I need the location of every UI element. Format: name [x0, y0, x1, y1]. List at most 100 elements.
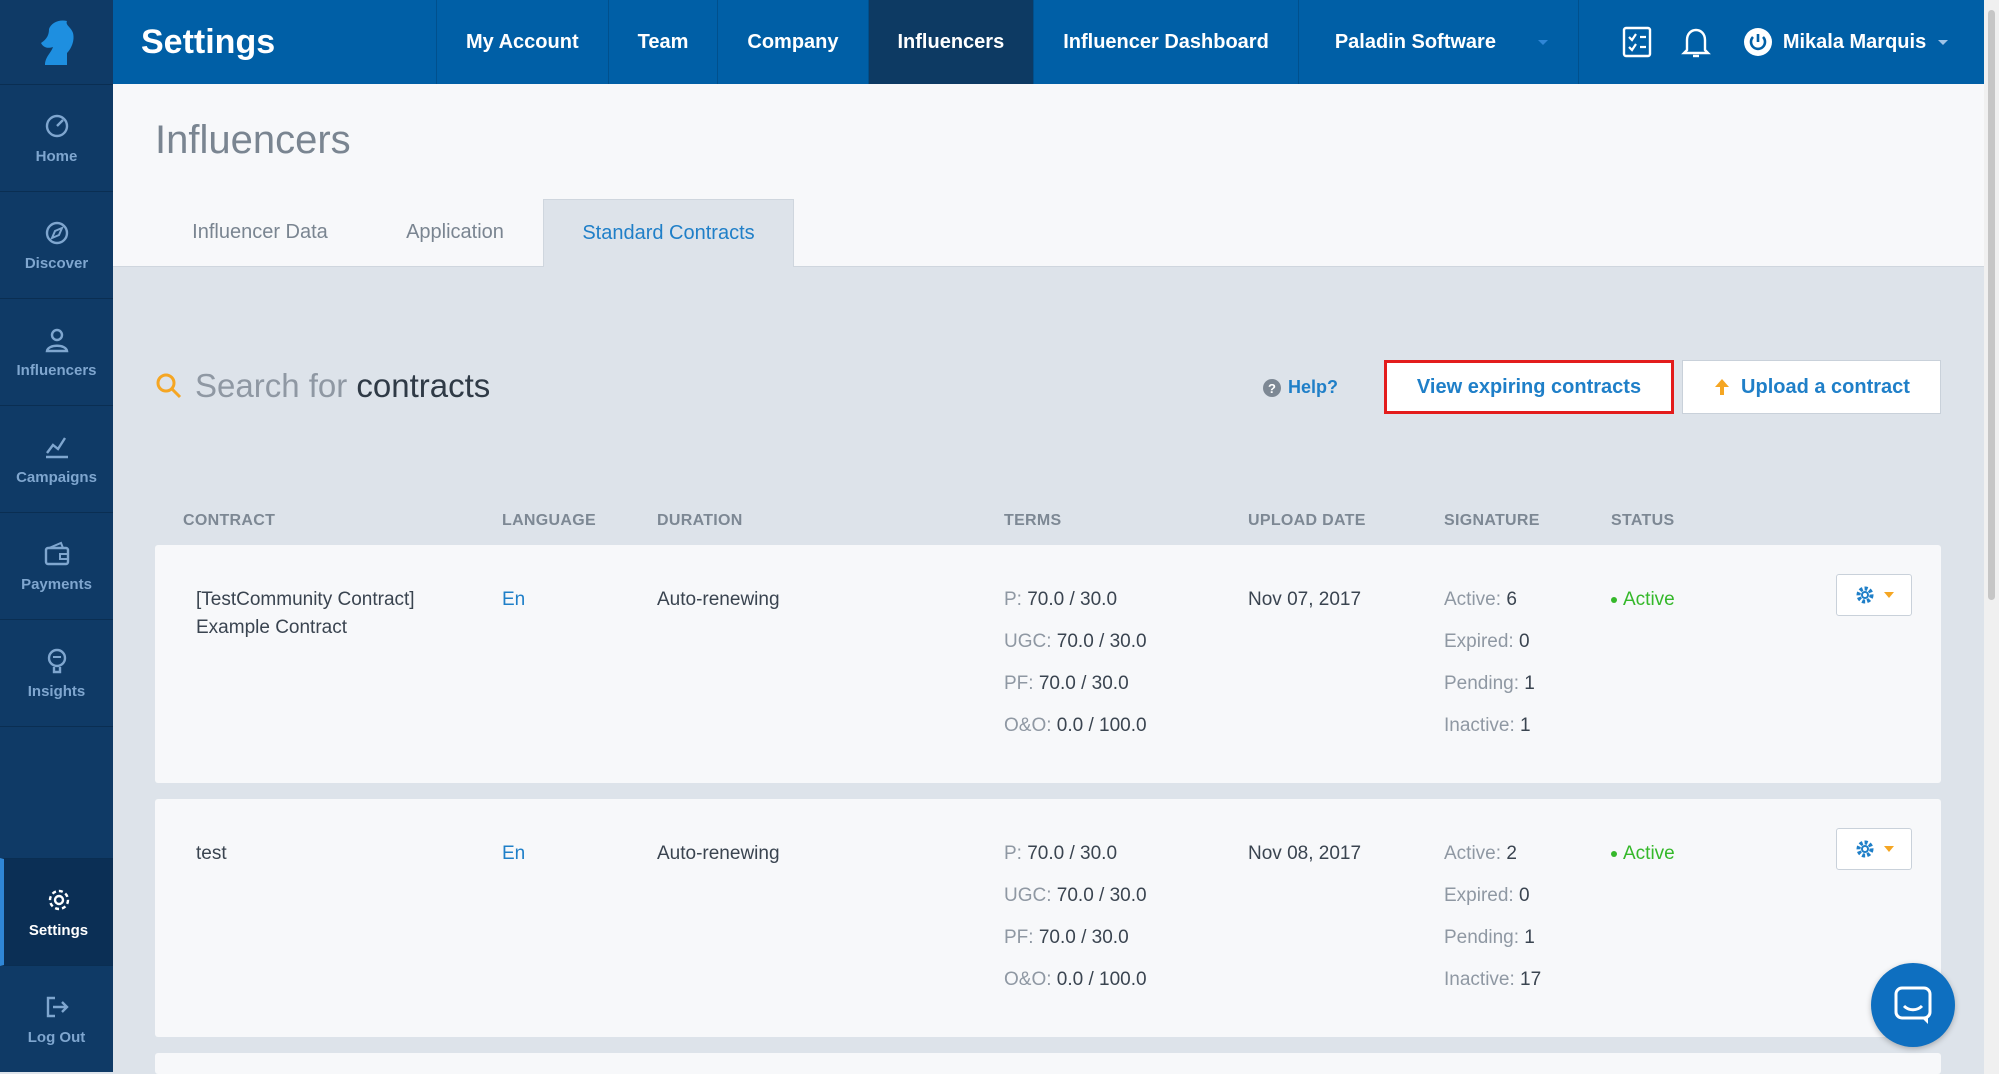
sidebar-item-settings[interactable]: Settings	[0, 858, 113, 966]
contract-language[interactable]: En	[502, 840, 525, 868]
sidebar-item-label: Influencers	[16, 361, 97, 379]
term-label: PF:	[1004, 673, 1034, 694]
term-value: 0.0 / 100.0	[1056, 969, 1147, 990]
signature-value: 1	[1524, 927, 1535, 948]
term-value: 70.0 / 30.0	[1056, 885, 1147, 906]
search-placeholder: Search for	[195, 367, 348, 404]
term-value: 70.0 / 30.0	[1038, 927, 1129, 948]
company-name: Paladin Software	[1334, 30, 1496, 53]
status-label: Active	[1623, 843, 1675, 864]
tab-application[interactable]: Application	[365, 199, 545, 266]
status-dot-icon	[1611, 597, 1617, 603]
sidebar-item-label: Log Out	[27, 1028, 86, 1046]
column-header-signature[interactable]: SIGNATURE	[1444, 512, 1540, 530]
tab-standard-contracts[interactable]: Standard Contracts	[543, 199, 794, 267]
view-expiring-label: View expiring contracts	[1416, 375, 1642, 398]
column-header-status[interactable]: STATUS	[1611, 512, 1674, 530]
search-term: contracts	[356, 367, 491, 404]
column-header-upload-date[interactable]: UPLOAD DATE	[1248, 512, 1366, 530]
contract-search[interactable]: Search for contracts	[155, 367, 490, 405]
signature-value: 0	[1518, 885, 1530, 906]
status-label: Active	[1623, 589, 1675, 610]
sidebar-item-insights[interactable]: Insights	[0, 620, 113, 727]
question-circle-icon: ?	[1263, 378, 1281, 397]
sidebar-item-logout[interactable]: Log Out	[0, 966, 113, 1072]
gear-icon	[48, 889, 69, 910]
signature-value: 17	[1520, 969, 1542, 990]
chart-icon	[45, 436, 68, 458]
term-value: 70.0 / 30.0	[1038, 673, 1129, 694]
signature-value: 1	[1520, 715, 1531, 736]
contract-signature: Active: 2 Expired: 0 Pending: 1 Inactive…	[1444, 840, 1541, 1008]
contract-signature: Active: 6 Expired: 0 Pending: 1 Inactive…	[1444, 586, 1535, 754]
nav-my-account[interactable]: My Account	[437, 0, 609, 84]
sidebar-item-label: Discover	[24, 254, 89, 272]
chat-launcher-button[interactable]	[1871, 963, 1955, 1047]
row-settings-button[interactable]	[1836, 574, 1912, 616]
sidebar-item-payments[interactable]: Payments	[0, 513, 113, 620]
upload-contract-button[interactable]: Upload a contract	[1682, 360, 1941, 414]
nav-influencers[interactable]: Influencers	[868, 0, 1035, 84]
sidebar-item-label: Home	[35, 147, 78, 165]
knight-logo-icon	[40, 20, 74, 65]
contract-duration: Auto-renewing	[657, 843, 780, 864]
caret-down-icon	[1884, 846, 1894, 852]
compass-icon	[45, 221, 68, 244]
svg-text:?: ?	[1268, 381, 1276, 396]
contract-language[interactable]: En	[502, 586, 525, 614]
signature-value: 6	[1506, 589, 1517, 610]
upload-label: Upload a contract	[1741, 375, 1910, 398]
column-header-terms[interactable]: TERMS	[1004, 512, 1062, 530]
contract-name[interactable]: [TestCommunity Contract] Example Contrac…	[196, 586, 415, 642]
scrollbar-thumb[interactable]	[1988, 10, 1995, 600]
contract-name[interactable]: test	[196, 840, 227, 868]
status-badge: Active	[1611, 586, 1675, 614]
signature-label: Pending:	[1444, 927, 1520, 948]
bell-icon[interactable]	[1680, 25, 1711, 59]
app-title: Settings	[113, 0, 437, 84]
term-label: PF:	[1004, 927, 1034, 948]
term-value: 70.0 / 30.0	[1056, 631, 1147, 652]
signature-label: Expired:	[1444, 885, 1514, 906]
column-header-language[interactable]: LANGUAGE	[502, 512, 596, 530]
user-menu[interactable]: Mikala Marquis	[1711, 0, 1950, 84]
signature-value: 1	[1524, 673, 1535, 694]
view-expiring-contracts-button[interactable]: View expiring contracts	[1384, 360, 1674, 414]
sidebar-item-label: Payments	[21, 575, 92, 593]
row-settings-button[interactable]	[1836, 828, 1912, 870]
gear-icon	[1856, 586, 1874, 604]
top-icons	[1579, 0, 1711, 84]
checklist-icon[interactable]	[1621, 25, 1653, 59]
signature-label: Inactive:	[1444, 969, 1515, 990]
user-name: Mikala Marquis	[1782, 30, 1927, 53]
company-selector[interactable]: Paladin Software	[1299, 0, 1579, 84]
contract-row[interactable]	[155, 1053, 1941, 1074]
chat-icon	[1894, 986, 1932, 1024]
sidebar-item-home[interactable]: Home	[0, 85, 113, 192]
contract-terms: P: 70.0 / 30.0 UGC: 70.0 / 30.0 PF: 70.0…	[1004, 840, 1147, 1008]
term-label: O&O:	[1004, 715, 1052, 736]
contract-duration: Auto-renewing	[657, 589, 780, 610]
gauge-icon	[45, 114, 68, 137]
signature-label: Pending:	[1444, 673, 1520, 694]
caret-down-icon	[1884, 592, 1894, 598]
contract-name-line1: [TestCommunity Contract]	[196, 589, 415, 610]
logo[interactable]	[0, 0, 113, 85]
sidebar-item-influencers[interactable]: Influencers	[0, 299, 113, 406]
nav-team[interactable]: Team	[609, 0, 719, 84]
tab-influencer-data[interactable]: Influencer Data	[155, 199, 365, 266]
column-header-duration[interactable]: DURATION	[657, 512, 743, 530]
search-icon	[156, 373, 182, 399]
sidebar-item-discover[interactable]: Discover	[0, 192, 113, 299]
help-link[interactable]: ? Help?	[1262, 377, 1338, 398]
column-header-contract[interactable]: CONTRACT	[183, 512, 275, 530]
upload-arrow-icon	[1715, 379, 1730, 395]
nav-influencer-dashboard[interactable]: Influencer Dashboard	[1034, 0, 1299, 84]
nav-company[interactable]: Company	[718, 0, 869, 84]
term-value: 70.0 / 30.0	[1027, 589, 1118, 610]
sidebar-item-campaigns[interactable]: Campaigns	[0, 406, 113, 513]
logout-icon	[46, 996, 69, 1017]
sidebar-bottom: Settings Log Out	[0, 858, 113, 1072]
signature-label: Inactive:	[1444, 715, 1515, 736]
term-label: P:	[1004, 589, 1022, 610]
